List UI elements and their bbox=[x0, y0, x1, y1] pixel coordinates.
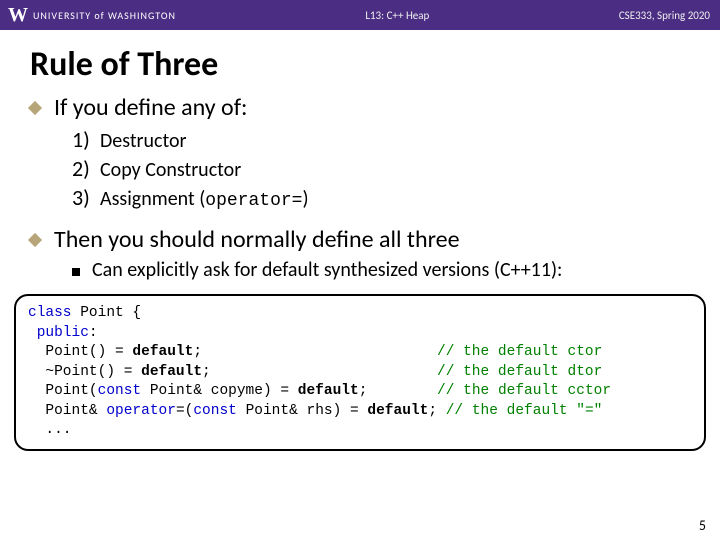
diamond-icon bbox=[28, 101, 42, 115]
uw-text: UNIVERSITY of WASHINGTON bbox=[33, 9, 176, 22]
slide: W UNIVERSITY of WASHINGTON L13: C++ Heap… bbox=[0, 0, 720, 540]
bullet-2-text: Then you should normally define all thre… bbox=[54, 225, 460, 254]
item-2: Copy Constructor bbox=[100, 158, 241, 182]
comment: // the default "=" bbox=[446, 403, 603, 419]
list-item: 1) Destructor bbox=[72, 126, 690, 153]
num-3: 3) bbox=[72, 184, 100, 211]
slide-body: If you define any of: 1) Destructor 2) C… bbox=[0, 93, 720, 282]
diamond-icon bbox=[28, 233, 42, 247]
lecture-title: L13: C++ Heap bbox=[176, 9, 619, 22]
uw-w-glyph: W bbox=[8, 4, 27, 27]
numbered-list: 1) Destructor 2) Copy Constructor 3) Ass… bbox=[72, 126, 690, 211]
code-block: class Point { public: Point() = default;… bbox=[14, 294, 706, 451]
sub-bullet-text: Can explicitly ask for default synthesiz… bbox=[92, 258, 562, 282]
course-term: CSE333, Spring 2020 bbox=[619, 9, 720, 22]
bullet-1-text: If you define any of: bbox=[54, 93, 247, 122]
bullet-1: If you define any of: bbox=[30, 93, 690, 122]
header-bar: W UNIVERSITY of WASHINGTON L13: C++ Heap… bbox=[0, 0, 720, 30]
item-3: Assignment (operator=) bbox=[100, 187, 309, 211]
square-icon bbox=[72, 268, 80, 276]
bullet-2: Then you should normally define all thre… bbox=[30, 225, 690, 254]
uw-logo: W UNIVERSITY of WASHINGTON bbox=[0, 4, 176, 27]
slide-title: Rule of Three bbox=[0, 30, 720, 93]
comment: // the default ctor bbox=[437, 344, 602, 360]
comment: // the default cctor bbox=[437, 383, 611, 399]
num-1: 1) bbox=[72, 126, 100, 153]
page-number: 5 bbox=[699, 517, 706, 534]
comment: // the default dtor bbox=[437, 364, 602, 380]
num-2: 2) bbox=[72, 155, 100, 182]
list-item: 3) Assignment (operator=) bbox=[72, 184, 690, 211]
sub-bullet: Can explicitly ask for default synthesiz… bbox=[72, 258, 690, 282]
operator-code: operator= bbox=[205, 191, 302, 211]
list-item: 2) Copy Constructor bbox=[72, 155, 690, 182]
item-1: Destructor bbox=[100, 129, 187, 153]
